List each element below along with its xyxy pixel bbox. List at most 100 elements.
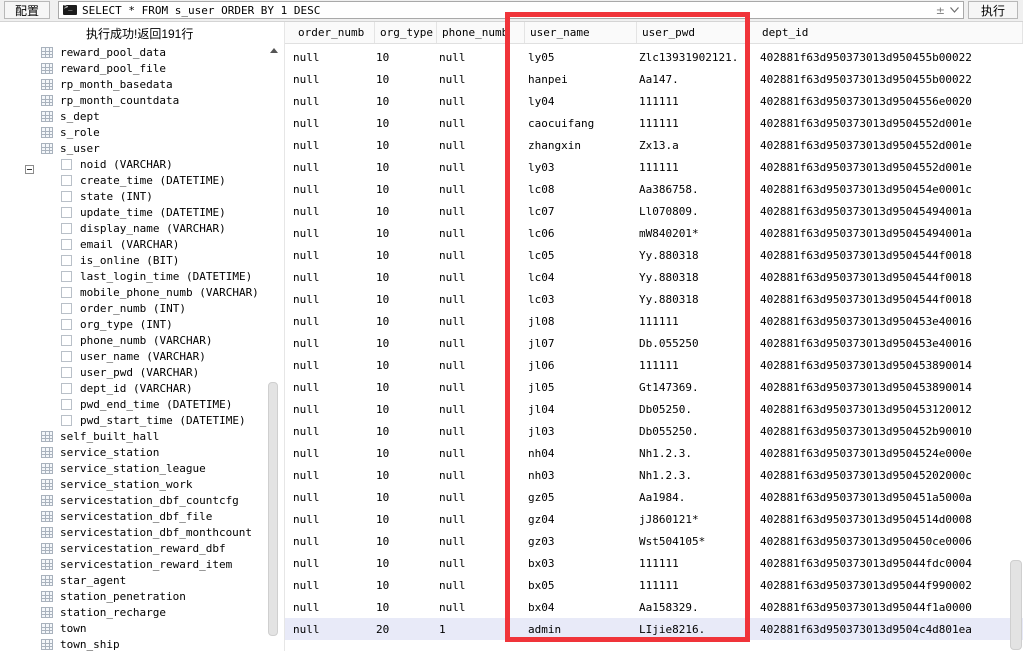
table-cell[interactable]: gz05 — [528, 486, 555, 508]
table-row[interactable]: null 10 null zhangxin Zx13.a 402881f63d950373… — [285, 134, 1023, 156]
table-cell[interactable]: null — [293, 376, 320, 398]
tree-column-item[interactable]: display_name (VARCHAR) — [61, 220, 226, 236]
table-cell[interactable]: ly03 — [528, 156, 555, 178]
tree-scrollbar[interactable] — [267, 44, 280, 636]
table-cell[interactable]: null — [293, 354, 320, 376]
table-row[interactable]: null 10 null jl06 111111 402881f63d950373013d… — [285, 354, 1023, 376]
column-header[interactable]: order_numb — [293, 22, 375, 43]
table-cell[interactable]: null — [293, 398, 320, 420]
tree-column-item[interactable]: org_type (INT) — [61, 316, 173, 332]
table-cell[interactable]: null — [439, 68, 466, 90]
table-cell[interactable]: jl04 — [528, 398, 555, 420]
table-cell[interactable]: null — [439, 46, 466, 68]
table-cell[interactable]: 10 — [376, 222, 389, 244]
table-cell[interactable]: bx04 — [528, 596, 555, 618]
table-row[interactable]: null 10 null nh04 Nh1.2.3. 402881f63d95037301… — [285, 442, 1023, 464]
tree-column-item[interactable]: order_numb (INT) — [61, 300, 186, 316]
tree-column-item[interactable]: noid (VARCHAR) — [61, 156, 173, 172]
table-cell[interactable]: null — [293, 596, 320, 618]
table-cell[interactable]: 20 — [376, 618, 389, 640]
tree-column-item[interactable]: state (INT) — [61, 188, 153, 204]
table-row[interactable]: null 10 null lc08 Aa386758. 402881f63d9503730… — [285, 178, 1023, 200]
table-cell[interactable]: 10 — [376, 68, 389, 90]
table-cell[interactable]: Db05250. — [639, 398, 692, 420]
table-row[interactable]: null 10 null hanpei Aa147. 402881f63d95037301… — [285, 68, 1023, 90]
table-cell[interactable]: gz04 — [528, 508, 555, 530]
table-row[interactable]: null 10 null lc07 Ll070809. 402881f63d9503730… — [285, 200, 1023, 222]
tree-column-item[interactable]: dept_id (VARCHAR) — [61, 380, 193, 396]
table-cell[interactable]: 10 — [376, 552, 389, 574]
table-cell[interactable]: 10 — [376, 90, 389, 112]
table-cell[interactable]: 10 — [376, 442, 389, 464]
table-cell[interactable]: 10 — [376, 398, 389, 420]
tree-table-item[interactable]: service_station_work — [41, 476, 192, 492]
tree-table-item[interactable]: station_recharge — [41, 604, 166, 620]
table-row[interactable]: null 20 1 admin LIjie8216. 402881f63d95037301… — [285, 618, 1023, 640]
tree-column-item[interactable]: pwd_end_time (DATETIME) — [61, 396, 232, 412]
table-cell[interactable]: hanpei — [528, 68, 568, 90]
table-cell[interactable]: 402881f63d950373013d950455b00022 — [760, 68, 972, 90]
tree-table-item[interactable]: station_penetration — [41, 588, 186, 604]
table-row[interactable]: null 10 null lc03 Yy.880318 402881f63d9503730… — [285, 288, 1023, 310]
table-cell[interactable]: Db055250. — [639, 420, 699, 442]
table-cell[interactable]: lc06 — [528, 222, 555, 244]
table-cell[interactable]: null — [293, 442, 320, 464]
table-cell[interactable]: null — [293, 552, 320, 574]
table-cell[interactable]: 10 — [376, 464, 389, 486]
scroll-up-icon[interactable] — [270, 48, 278, 53]
table-cell[interactable]: 402881f63d950373013d9504c4d801ea — [760, 618, 972, 640]
table-cell[interactable]: 10 — [376, 178, 389, 200]
table-cell[interactable]: 402881f63d950373013d950453e40016 — [760, 332, 972, 354]
table-cell[interactable]: null — [293, 288, 320, 310]
table-cell[interactable]: null — [439, 266, 466, 288]
table-cell[interactable]: null — [293, 156, 320, 178]
table-row[interactable]: null 10 null lc06 mW840201* 402881f63d9503730… — [285, 222, 1023, 244]
table-cell[interactable]: 402881f63d950373013d950454e0001c — [760, 178, 972, 200]
table-cell[interactable]: null — [293, 244, 320, 266]
tree-column-item[interactable]: last_login_time (DATETIME) — [61, 268, 252, 284]
collapse-toggle-icon[interactable] — [25, 165, 34, 174]
table-cell[interactable]: jl05 — [528, 376, 555, 398]
table-cell[interactable]: 10 — [376, 244, 389, 266]
table-cell[interactable]: LIjie8216. — [639, 618, 705, 640]
tree-table-item[interactable]: rp_month_countdata — [41, 92, 179, 108]
table-cell[interactable]: 402881f63d950373013d95044f1a0000 — [760, 596, 972, 618]
table-row[interactable]: null 10 null lc04 Yy.880318 402881f63d9503730… — [285, 266, 1023, 288]
table-cell[interactable]: Aa147. — [639, 68, 679, 90]
sql-input[interactable]: SELECT * FROM s_user ORDER BY 1 DESC ± — [58, 1, 964, 19]
table-cell[interactable]: 10 — [376, 596, 389, 618]
table-row[interactable]: null 10 null nh03 Nh1.2.3. 402881f63d95037301… — [285, 464, 1023, 486]
table-cell[interactable]: 402881f63d950373013d950450ce0006 — [760, 530, 972, 552]
table-cell[interactable]: ly05 — [528, 46, 555, 68]
config-button[interactable]: 配置 — [4, 1, 50, 19]
table-cell[interactable]: Nh1.2.3. — [639, 464, 692, 486]
table-cell[interactable]: null — [439, 112, 466, 134]
table-cell[interactable]: jl06 — [528, 354, 555, 376]
table-cell[interactable]: 111111 — [639, 552, 679, 574]
table-cell[interactable]: 10 — [376, 288, 389, 310]
table-cell[interactable]: 402881f63d950373013d9504544f0018 — [760, 266, 972, 288]
table-cell[interactable]: admin — [528, 618, 561, 640]
table-cell[interactable]: 402881f63d950373013d9504524e000e — [760, 442, 972, 464]
table-cell[interactable]: lc03 — [528, 288, 555, 310]
table-cell[interactable]: null — [439, 508, 466, 530]
table-row[interactable]: null 10 null gz03 Wst504105* 402881f63d950373… — [285, 530, 1023, 552]
tree-column-item[interactable]: pwd_start_time (DATETIME) — [61, 412, 246, 428]
table-row[interactable]: null 10 null jl05 Gt147369. 402881f63d9503730… — [285, 376, 1023, 398]
table-cell[interactable]: null — [293, 508, 320, 530]
table-cell[interactable]: null — [293, 574, 320, 596]
table-cell[interactable]: null — [439, 288, 466, 310]
table-cell[interactable]: null — [439, 156, 466, 178]
table-cell[interactable]: null — [293, 332, 320, 354]
table-cell[interactable]: Ll070809. — [639, 200, 699, 222]
table-row[interactable]: null 10 null bx05 111111 402881f63d950373013d… — [285, 574, 1023, 596]
table-cell[interactable]: null — [439, 442, 466, 464]
table-cell[interactable]: null — [293, 68, 320, 90]
table-cell[interactable]: Db.055250 — [639, 332, 699, 354]
table-cell[interactable]: ly04 — [528, 90, 555, 112]
tree-column-item[interactable]: user_pwd (VARCHAR) — [61, 364, 199, 380]
table-cell[interactable]: nh03 — [528, 464, 555, 486]
table-cell[interactable]: lc05 — [528, 244, 555, 266]
table-cell[interactable]: 111111 — [639, 90, 679, 112]
table-cell[interactable]: null — [439, 332, 466, 354]
